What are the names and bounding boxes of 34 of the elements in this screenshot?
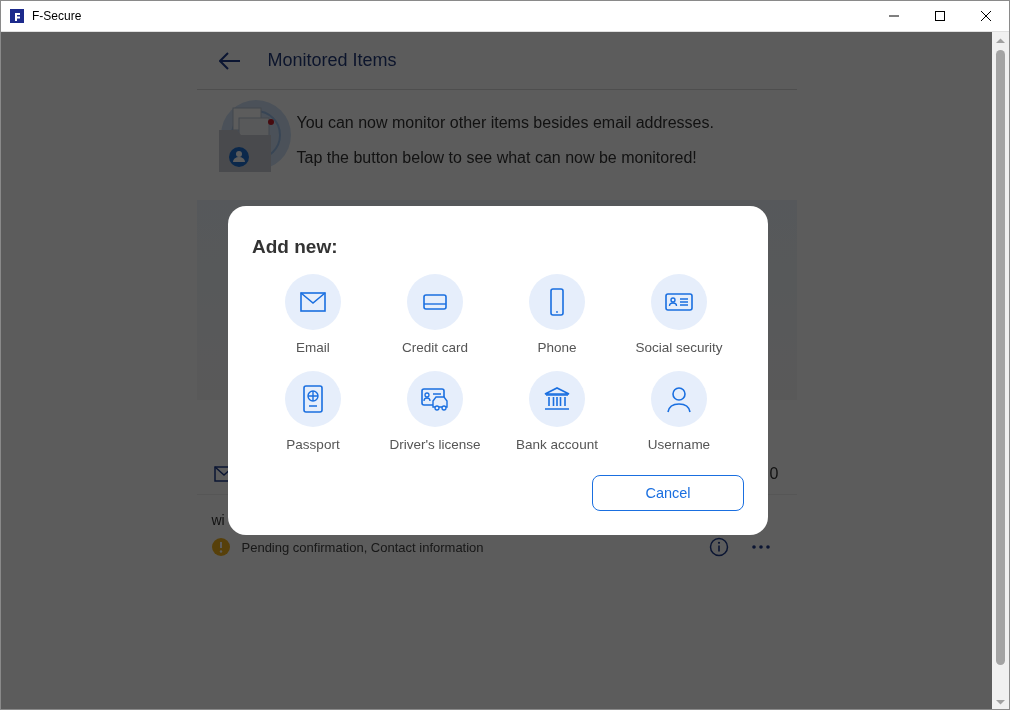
- option-label: Driver's license: [389, 437, 481, 452]
- window-title: F-Secure: [32, 9, 83, 23]
- option-label: Username: [647, 437, 711, 452]
- page-title: Monitored Items: [267, 50, 397, 71]
- item-count: 0: [769, 465, 779, 483]
- option-button[interactable]: [529, 371, 585, 427]
- scrollbar-thumb[interactable]: [996, 50, 1005, 665]
- option-label: Bank account: [516, 437, 598, 452]
- item-value: wi: [211, 512, 225, 528]
- back-arrow-icon[interactable]: [218, 51, 241, 70]
- option-label: Email: [296, 340, 330, 355]
- cancel-button[interactable]: Cancel: [592, 475, 744, 511]
- dialog-title: Add new:: [252, 236, 339, 258]
- option-button[interactable]: [285, 371, 341, 427]
- option-button[interactable]: [651, 371, 707, 427]
- option-label: Phone: [537, 340, 577, 355]
- more-icon[interactable]: [750, 544, 771, 550]
- app-logo-icon: [10, 9, 24, 23]
- option-label: Credit card: [402, 340, 468, 355]
- option-button[interactable]: [407, 371, 463, 427]
- option-label: Passport: [286, 437, 340, 452]
- notice-text: Tap the button below to see what can now be monitored!: [296, 149, 698, 167]
- option-button[interactable]: [407, 274, 463, 330]
- license-icon: [421, 385, 449, 413]
- option-button[interactable]: [651, 274, 707, 330]
- option-button[interactable]: [529, 274, 585, 330]
- option-label: Social security: [635, 340, 723, 355]
- option-button[interactable]: [285, 274, 341, 330]
- info-icon[interactable]: [708, 537, 729, 557]
- warning-icon: [211, 538, 230, 556]
- bank-icon: [543, 385, 571, 413]
- status-text: Pending confirmation, Contact information: [241, 539, 485, 555]
- notice-text: You can now monitor other items besides email addresses.: [296, 114, 714, 132]
- user-icon: [665, 385, 693, 413]
